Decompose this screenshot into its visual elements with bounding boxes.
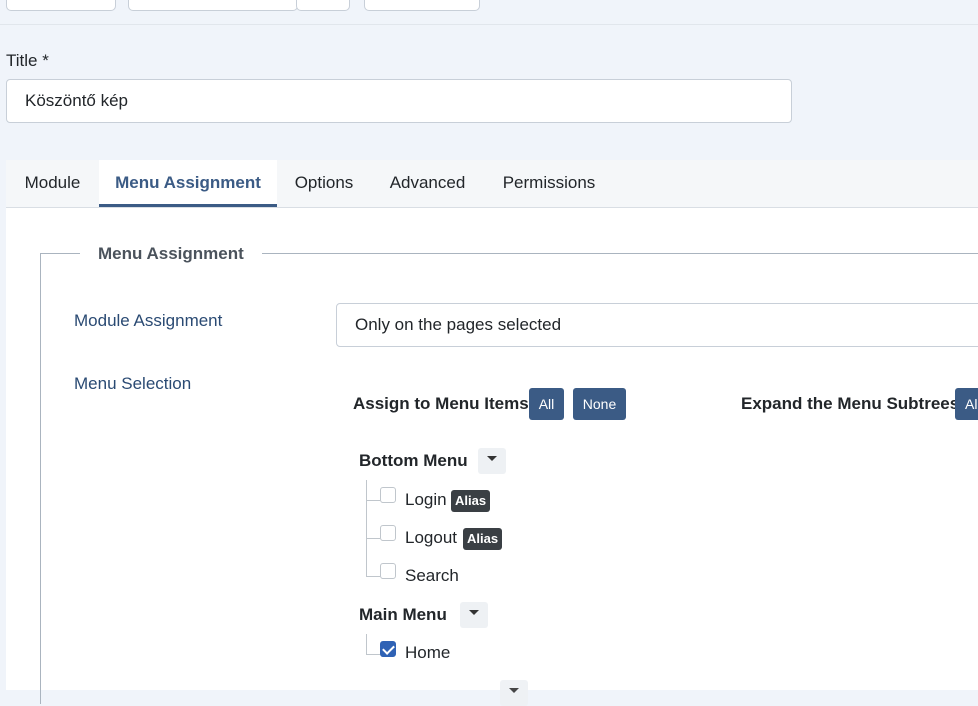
fieldset-legend: Menu Assignment	[80, 243, 262, 265]
chevron-down-icon[interactable]	[478, 448, 506, 474]
select-all-button[interactable]: All	[529, 388, 564, 420]
tree-branch	[366, 654, 380, 655]
alias-badge: Alias	[463, 528, 503, 550]
checkbox-login[interactable]	[380, 487, 396, 503]
menu-title-bottom: Bottom Menu	[359, 451, 468, 470]
menu-title-main: Main Menu	[359, 605, 447, 624]
toolbar-button-3[interactable]	[364, 0, 480, 11]
tree-branch	[366, 538, 380, 539]
tab-bar: Module Menu Assignment Options Advanced …	[6, 160, 978, 208]
tree-branch	[366, 576, 380, 577]
chevron-down-icon[interactable]	[500, 680, 528, 706]
toolbar-button-2-toggle[interactable]	[296, 0, 350, 11]
tab-permissions[interactable]: Permissions	[484, 160, 614, 207]
checkbox-search[interactable]	[380, 563, 396, 579]
tab-module[interactable]: Module	[6, 160, 99, 207]
tree-line	[366, 480, 367, 576]
expand-subtrees-label: Expand the Menu Subtrees	[741, 394, 960, 413]
top-toolbar	[0, 0, 978, 25]
menu-selection-label: Menu Selection	[74, 374, 192, 393]
alias-badge: Alias	[451, 490, 491, 512]
toolbar-button-2[interactable]	[128, 0, 298, 11]
tab-options[interactable]: Options	[277, 160, 371, 207]
title-label: Title *	[6, 51, 49, 70]
menu-item-login: Login	[405, 490, 447, 509]
assign-items-label: Assign to Menu Items	[353, 394, 529, 413]
tree-branch	[366, 500, 380, 501]
tab-menu-assignment[interactable]: Menu Assignment	[99, 160, 277, 207]
chevron-down-icon[interactable]	[460, 602, 488, 628]
menu-item-search: Search	[405, 566, 459, 585]
toolbar-button-1[interactable]	[6, 0, 116, 11]
tab-advanced[interactable]: Advanced	[371, 160, 484, 207]
select-none-button[interactable]: None	[573, 388, 626, 420]
module-assignment-select[interactable]: Only on the pages selected	[336, 303, 978, 347]
menu-item-logout: Logout	[405, 528, 457, 547]
menu-item-home: Home	[405, 643, 451, 662]
checkbox-logout[interactable]	[380, 525, 396, 541]
title-input[interactable]: Köszöntő kép	[6, 79, 792, 123]
expand-all-button[interactable]: Al	[955, 388, 978, 420]
module-assignment-label: Module Assignment	[74, 311, 223, 330]
checkbox-home[interactable]	[380, 641, 396, 657]
module-tabset: Module Menu Assignment Options Advanced …	[6, 160, 978, 706]
tree-line	[366, 634, 367, 654]
